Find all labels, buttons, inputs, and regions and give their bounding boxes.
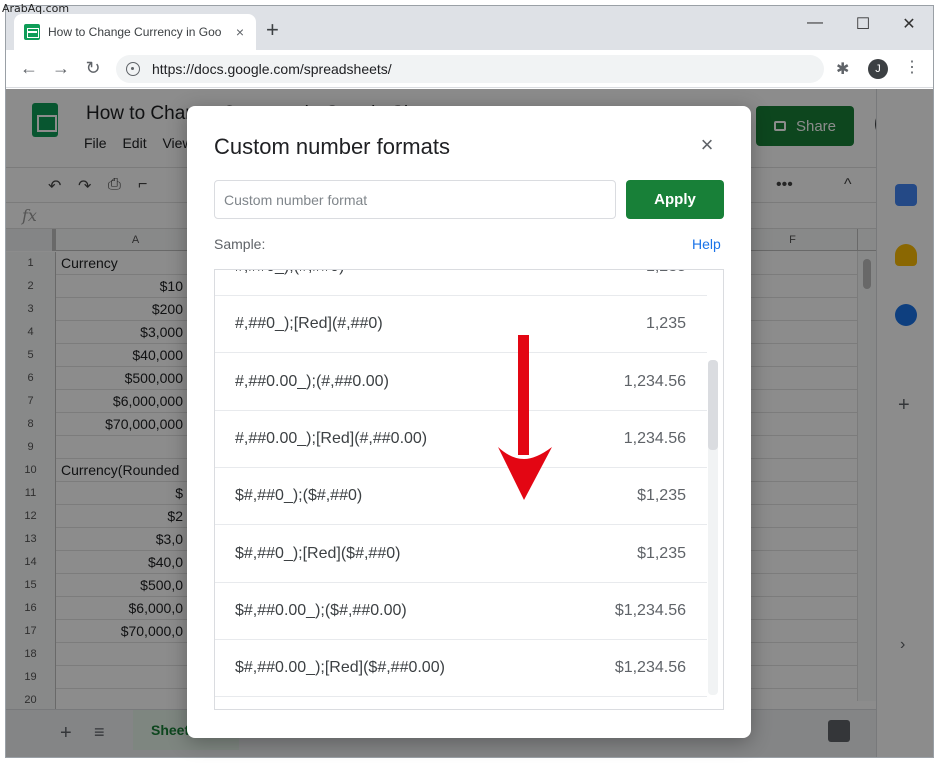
address-bar: ← → ↻ https://docs.google.com/spreadshee… (6, 50, 933, 88)
dialog-title: Custom number formats (214, 134, 450, 159)
site-info-icon[interactable] (126, 62, 140, 76)
format-list-item[interactable]: #,##0_);(#,##0) 1,235 (215, 270, 707, 296)
reload-icon[interactable]: ↻ (82, 58, 104, 78)
format-list-scrollbar[interactable] (708, 360, 718, 695)
tab-close-icon[interactable]: × (232, 24, 248, 40)
custom-number-formats-dialog: Custom number formats × Apply Sample: He… (187, 106, 751, 738)
format-pattern: #,##0_);(#,##0) (235, 270, 344, 276)
forward-arrow-icon[interactable]: → (50, 58, 72, 78)
format-sample: $1,235 (637, 487, 686, 505)
sheets-favicon-icon (24, 24, 40, 40)
format-list[interactable]: #,##0_);(#,##0)1,235#,##0_);[Red](#,##0)… (214, 269, 724, 710)
format-list-item[interactable]: $#,##0_);[Red]($#,##0) $1,235 (215, 526, 707, 583)
format-sample: $1,235 (637, 544, 686, 562)
format-list-item[interactable] (215, 697, 707, 709)
custom-number-format-input[interactable] (214, 180, 616, 219)
help-link[interactable]: Help (692, 236, 721, 252)
omnibox[interactable]: https://docs.google.com/spreadsheets/ (116, 55, 824, 83)
format-pattern: $#,##0_);[Red]($#,##0) (235, 544, 401, 562)
close-icon[interactable]: × (695, 134, 719, 158)
format-list-item[interactable]: #,##0_);[Red](#,##0) 1,235 (215, 296, 707, 354)
tab-bar: How to Change Currency in Goo × + — ☐ ✕ (6, 6, 933, 50)
maximize-button[interactable]: ☐ (848, 14, 878, 34)
format-list-item[interactable]: $#,##0_);($#,##0) $1,235 (215, 468, 707, 526)
watermark: ArabAq.com (2, 2, 70, 15)
format-pattern: $#,##0.00_);[Red]($#,##0.00) (235, 659, 445, 677)
format-list-item[interactable]: #,##0.00_);(#,##0.00) 1,234.56 (215, 354, 707, 411)
browser-profile-avatar[interactable]: J (868, 59, 888, 79)
format-pattern: $#,##0_);($#,##0) (235, 487, 363, 505)
extensions-puzzle-icon[interactable]: ✱ (836, 59, 849, 79)
format-pattern: $#,##0.00_);($#,##0.00) (235, 601, 407, 619)
browser-menu-icon[interactable]: ⋮ (904, 57, 920, 77)
format-list-item[interactable]: #,##0.00_);[Red](#,##0.00) 1,234.56 (215, 411, 707, 468)
format-sample: 1,234.56 (623, 372, 686, 390)
format-sample: $1,234.56 (614, 601, 686, 619)
format-list-scrollbar-thumb[interactable] (708, 360, 718, 450)
close-window-button[interactable]: ✕ (894, 14, 924, 34)
sample-label: Sample: (214, 236, 266, 252)
url-text: https://docs.google.com/spreadsheets/ (152, 61, 392, 77)
back-arrow-icon[interactable]: ← (18, 58, 40, 78)
format-sample: 1,235 (646, 270, 686, 276)
format-list-item[interactable]: $#,##0.00_);[Red]($#,##0.00) $1,234.56 (215, 640, 707, 698)
minimize-button[interactable]: — (800, 14, 830, 32)
format-sample: 1,234.56 (623, 429, 686, 447)
tab-title: How to Change Currency in Goo (48, 25, 222, 39)
new-tab-button[interactable]: + (266, 19, 279, 41)
format-pattern: #,##0_);[Red](#,##0) (235, 315, 383, 333)
apply-button[interactable]: Apply (626, 180, 724, 219)
format-pattern: #,##0.00_);(#,##0.00) (235, 372, 389, 390)
format-sample: $1,234.56 (614, 659, 686, 677)
browser-tab[interactable]: How to Change Currency in Goo × (14, 14, 256, 50)
format-list-item[interactable]: $#,##0.00_);($#,##0.00) $1,234.56 (215, 583, 707, 640)
format-sample: 1,235 (645, 315, 686, 333)
format-pattern: #,##0.00_);[Red](#,##0.00) (235, 429, 428, 447)
